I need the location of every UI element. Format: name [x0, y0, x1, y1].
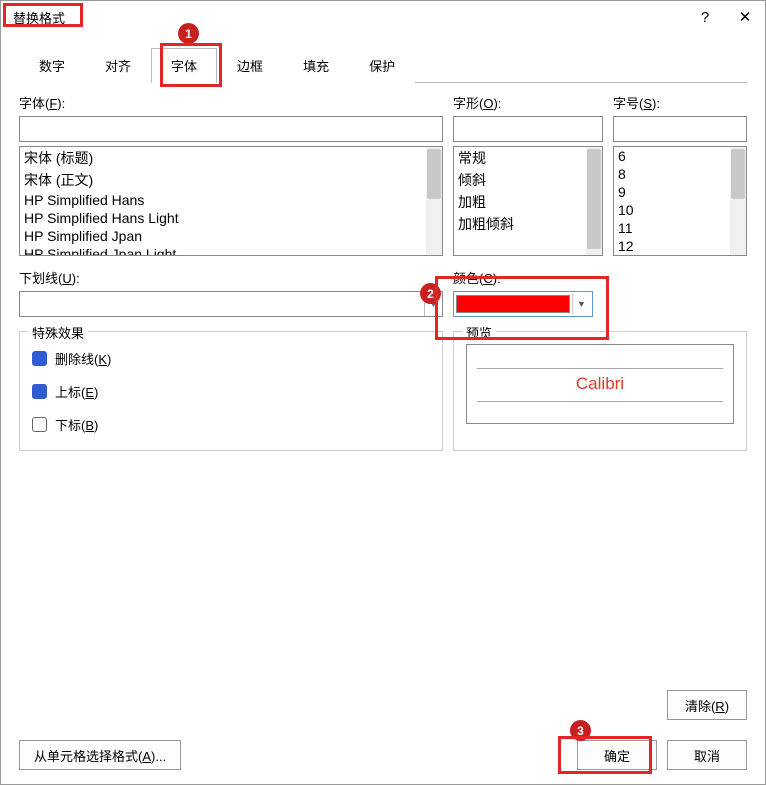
- size-input[interactable]: [613, 116, 747, 142]
- underline-label: 下划线(U):: [19, 268, 443, 287]
- list-item[interactable]: 10: [614, 201, 746, 219]
- font-listbox[interactable]: 宋体 (标题) 宋体 (正文) HP Simplified Hans HP Si…: [19, 146, 443, 256]
- list-item[interactable]: 宋体 (正文): [20, 169, 442, 191]
- list-item[interactable]: 8: [614, 165, 746, 183]
- tab-font[interactable]: 字体: [151, 48, 217, 83]
- underline-combo[interactable]: ▼: [19, 291, 443, 317]
- preview-group: 预览 Calibri: [453, 331, 747, 451]
- list-item[interactable]: 9: [614, 183, 746, 201]
- color-combo[interactable]: ▼: [453, 291, 593, 317]
- strikethrough-checkbox[interactable]: [32, 351, 47, 366]
- list-item[interactable]: HP Simplified Hans Light: [20, 209, 442, 227]
- preview-text: Calibri: [576, 374, 624, 394]
- ok-button[interactable]: 确定: [577, 740, 657, 770]
- superscript-checkbox[interactable]: [32, 384, 47, 399]
- list-item[interactable]: HP Simplified Hans: [20, 191, 442, 209]
- tab-strip: 数字 对齐 字体 边框 填充 保护: [1, 33, 765, 82]
- size-listbox[interactable]: 6 8 9 10 11 12: [613, 146, 747, 256]
- list-item[interactable]: 加粗: [454, 191, 602, 213]
- from-cell-button[interactable]: 从单元格选择格式(A)...: [19, 740, 181, 770]
- effects-group: 特殊效果 删除线(K) 上标(E) 下标(B): [19, 331, 443, 451]
- list-item[interactable]: 加粗倾斜: [454, 213, 602, 235]
- font-label: 字体(F):: [19, 93, 443, 112]
- list-item[interactable]: HP Simplified Jpan: [20, 227, 442, 245]
- cancel-button[interactable]: 取消: [667, 740, 747, 770]
- preview-box: Calibri: [466, 344, 734, 424]
- subscript-checkbox[interactable]: [32, 417, 47, 432]
- strikethrough-label: 删除线(K): [55, 349, 111, 368]
- effects-legend: 特殊效果: [28, 323, 88, 342]
- list-item[interactable]: 倾斜: [454, 169, 602, 191]
- replace-format-dialog: 替换格式 ? ✕ 数字 对齐 字体 边框 填充 保护 字体(F): 宋体 (标题…: [0, 0, 766, 785]
- style-listbox[interactable]: 常规 倾斜 加粗 加粗倾斜: [453, 146, 603, 256]
- style-input[interactable]: [453, 116, 603, 142]
- list-item[interactable]: 11: [614, 219, 746, 237]
- close-button[interactable]: ✕: [725, 1, 765, 33]
- style-label: 字形(O):: [453, 93, 603, 112]
- tab-border[interactable]: 边框: [217, 48, 283, 83]
- list-item[interactable]: 常规: [454, 147, 602, 169]
- dialog-title: 替换格式: [9, 6, 69, 29]
- scrollbar[interactable]: [426, 147, 442, 255]
- list-item[interactable]: 12: [614, 237, 746, 255]
- tab-number[interactable]: 数字: [19, 48, 85, 83]
- list-item[interactable]: 6: [614, 147, 746, 165]
- superscript-label: 上标(E): [55, 382, 98, 401]
- list-item[interactable]: 宋体 (标题): [20, 147, 442, 169]
- color-label: 颜色(C):: [453, 268, 747, 287]
- chevron-down-icon: ▼: [424, 292, 442, 316]
- scrollbar[interactable]: [730, 147, 746, 255]
- chevron-down-icon: ▼: [572, 294, 590, 314]
- help-icon: ?: [701, 9, 709, 26]
- clear-button[interactable]: 清除(R): [667, 690, 747, 720]
- tab-content: 字体(F): 宋体 (标题) 宋体 (正文) HP Simplified Han…: [1, 83, 765, 451]
- tab-align[interactable]: 对齐: [85, 48, 151, 83]
- close-icon: ✕: [739, 8, 752, 26]
- font-input[interactable]: [19, 116, 443, 142]
- preview-legend: 预览: [462, 323, 496, 342]
- titlebar: 替换格式 ? ✕: [1, 1, 765, 33]
- help-button[interactable]: ?: [685, 1, 725, 33]
- subscript-label: 下标(B): [55, 415, 98, 434]
- annotation-badge-3: 3: [570, 720, 591, 741]
- color-swatch: [456, 295, 570, 313]
- tab-fill[interactable]: 填充: [283, 48, 349, 83]
- size-label: 字号(S):: [613, 93, 747, 112]
- list-item[interactable]: HP Simplified Jpan Light: [20, 245, 442, 256]
- scrollbar[interactable]: [586, 147, 602, 255]
- tab-protect[interactable]: 保护: [349, 48, 415, 83]
